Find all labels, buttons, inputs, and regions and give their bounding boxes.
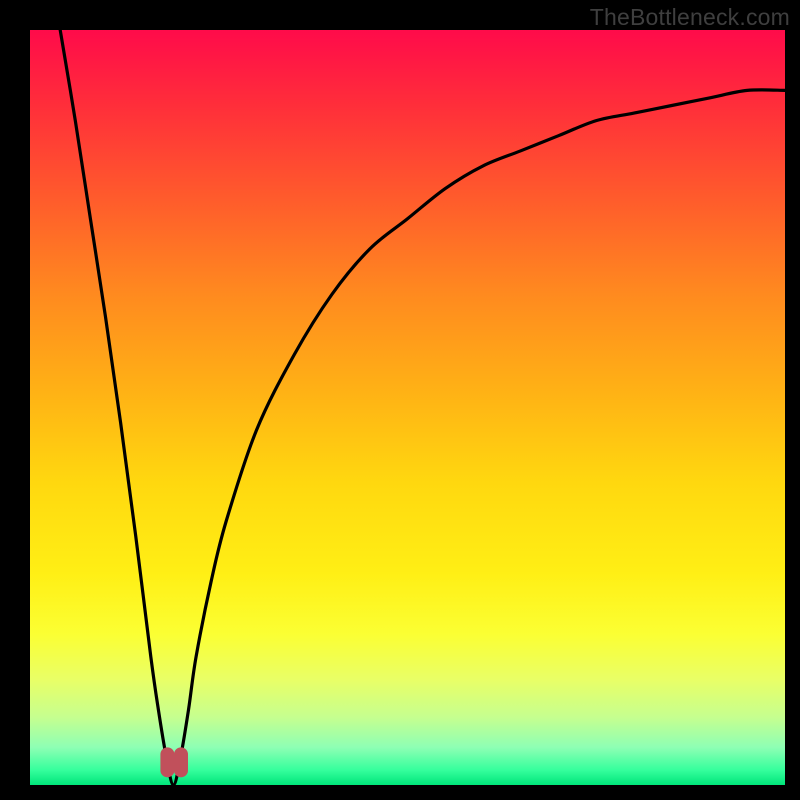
chart-frame: TheBottleneck.com <box>0 0 800 800</box>
bottleneck-curve <box>60 30 785 785</box>
watermark-text: TheBottleneck.com <box>590 4 790 31</box>
bottom-frame-mask <box>0 785 800 800</box>
curve-layer <box>30 30 785 785</box>
optimal-marker-0 <box>160 747 174 777</box>
plot-area <box>30 30 785 785</box>
optimal-marker-1 <box>174 747 188 777</box>
optimal-markers <box>160 747 188 777</box>
